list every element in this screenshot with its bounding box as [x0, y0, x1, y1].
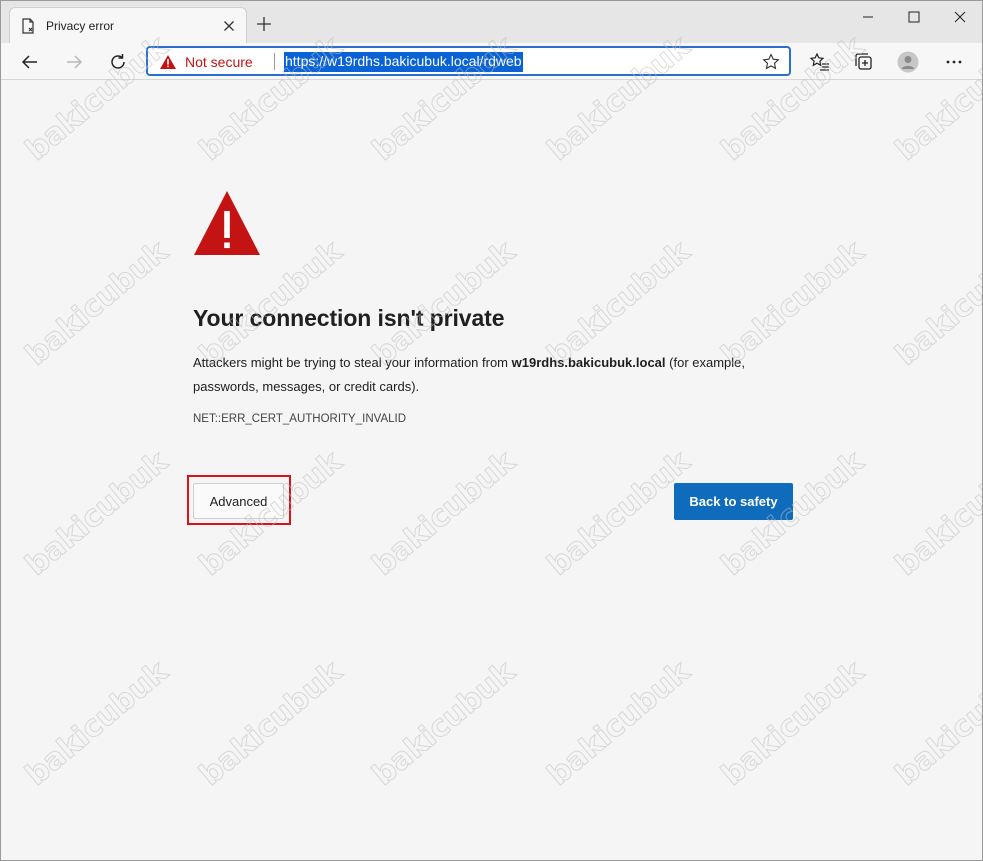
profile-icon[interactable] — [897, 51, 919, 73]
advanced-button[interactable]: Advanced — [193, 483, 284, 519]
new-tab-button[interactable] — [255, 15, 273, 33]
description: Attackers might be trying to steal your … — [193, 351, 803, 399]
error-code[interactable]: NET::ERR_CERT_AUTHORITY_INVALID — [193, 413, 406, 425]
reload-icon[interactable] — [107, 51, 129, 73]
collections-icon[interactable] — [853, 51, 875, 73]
close-window-button[interactable] — [950, 7, 970, 27]
back-to-safety-button[interactable]: Back to safety — [674, 483, 793, 520]
maximize-button[interactable] — [904, 7, 924, 27]
page-heading: Your connection isn't private — [193, 305, 505, 331]
back-arrow-icon[interactable] — [19, 51, 41, 73]
address-bar[interactable]: Not secure https://w19rdhs.bakicubuk.loc… — [146, 46, 791, 76]
description-prefix: Attackers might be trying to steal your … — [193, 355, 512, 370]
tab-strip: Privacy error — [1, 1, 982, 43]
browser-window: Privacy error Not secure https://w19rdhs… — [0, 0, 983, 861]
more-icon[interactable] — [943, 51, 965, 73]
tab-privacy-error[interactable]: Privacy error — [9, 7, 247, 43]
security-indicator[interactable]: Not secure — [185, 54, 253, 70]
forward-arrow-icon[interactable] — [63, 51, 85, 73]
warning-triangle-icon — [194, 191, 260, 255]
url-text[interactable]: https://w19rdhs.bakicubuk.local/rdweb — [284, 52, 523, 72]
tab-title: Privacy error — [46, 19, 115, 33]
star-icon[interactable] — [762, 53, 780, 71]
page-content: Your connection isn't private Attackers … — [1, 81, 982, 860]
close-tab-icon[interactable] — [220, 17, 238, 35]
host-name: w19rdhs.bakicubuk.local — [511, 355, 666, 370]
page-error-icon — [22, 18, 34, 34]
warning-icon[interactable] — [159, 54, 177, 70]
minimize-button[interactable] — [858, 7, 878, 27]
toolbar: Not secure https://w19rdhs.bakicubuk.loc… — [1, 43, 982, 80]
address-separator — [274, 53, 275, 70]
favorites-icon[interactable] — [809, 51, 831, 73]
